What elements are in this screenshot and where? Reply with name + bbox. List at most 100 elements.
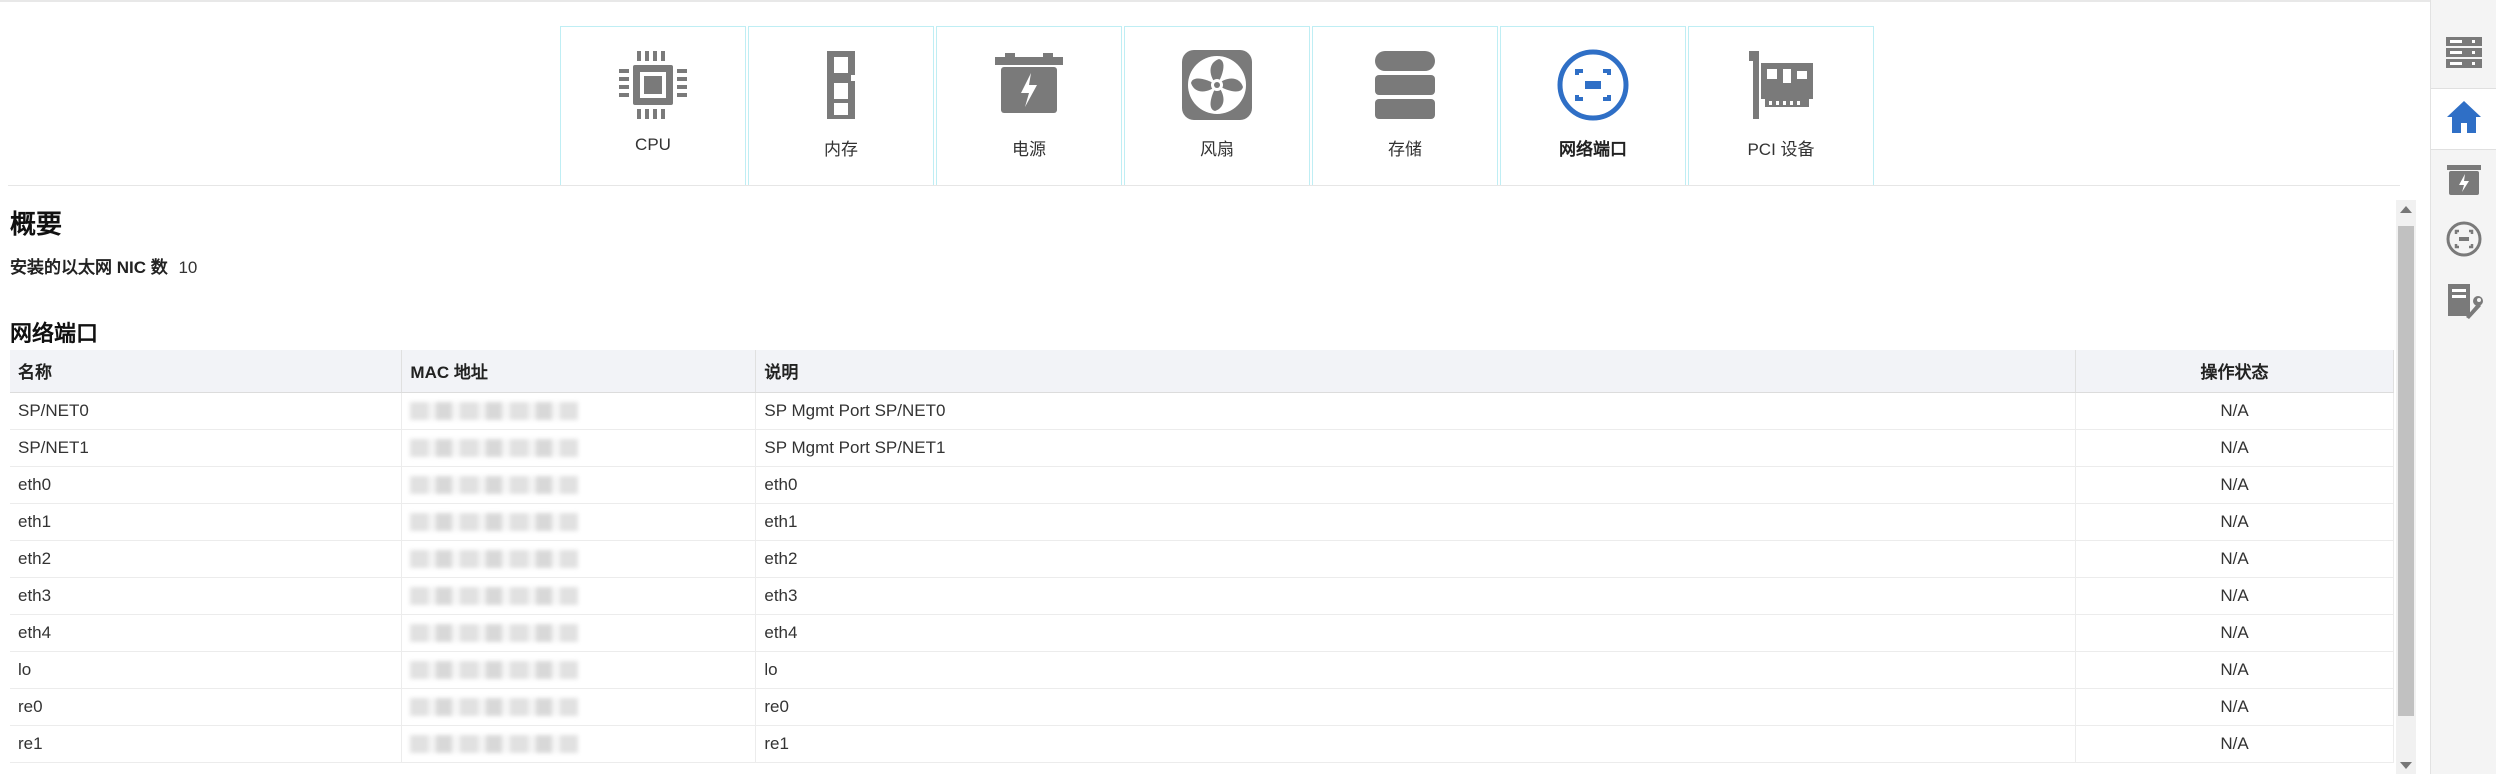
pci-device-icon xyxy=(1743,47,1819,123)
network-ports-table: 名称 MAC 地址 说明 操作状态 SP/NET0 SP Mgmt Port SP… xyxy=(10,350,2394,763)
port-description-cell: re0 xyxy=(755,688,2077,726)
tile-fan[interactable]: 风扇 xyxy=(1124,26,1310,186)
mac-address-cell xyxy=(401,392,757,430)
port-name-cell: eth2 xyxy=(10,540,403,578)
home-icon xyxy=(2444,97,2484,142)
table-row[interactable]: eth0 eth0 N/A xyxy=(10,466,2394,504)
sidebar-item-home[interactable] xyxy=(2431,88,2496,150)
storage-icon xyxy=(1367,47,1443,123)
mac-address-cell xyxy=(401,429,757,467)
nic-count-row: 安装的以太网 NIC 数 10 xyxy=(10,253,2395,278)
table-row[interactable]: lo lo N/A xyxy=(10,651,2394,689)
port-description-cell: eth4 xyxy=(755,614,2077,652)
tile-label: 网络端口 xyxy=(1559,140,1627,159)
port-description-cell: eth1 xyxy=(755,503,2077,541)
mac-address-cell xyxy=(401,466,757,504)
component-tile-bar: CPU 内存 电源 风扇 存储 网络端口 PCI 设备 xyxy=(560,26,1876,186)
table-header-row: 名称 MAC 地址 说明 操作状态 xyxy=(10,350,2394,393)
port-name-cell: eth1 xyxy=(10,503,403,541)
redacted-mac-address xyxy=(410,587,579,606)
table-row[interactable]: SP/NET0 SP Mgmt Port SP/NET0 N/A xyxy=(10,392,2394,430)
tile-label: CPU xyxy=(635,135,671,154)
port-description-cell: eth3 xyxy=(755,577,2077,615)
table-row[interactable]: re0 re0 N/A xyxy=(10,688,2394,726)
table-row[interactable]: re1 re1 N/A xyxy=(10,725,2394,763)
port-name-cell: eth4 xyxy=(10,614,403,652)
column-header-description[interactable]: 说明 xyxy=(755,350,2077,393)
mac-address-cell xyxy=(401,651,757,689)
tile-label: PCI 设备 xyxy=(1747,140,1815,159)
mac-address-cell xyxy=(401,688,757,726)
sidebar-item-service-tools[interactable] xyxy=(2431,272,2496,334)
tile-label: 风扇 xyxy=(1200,140,1234,159)
mac-address-cell xyxy=(401,725,757,763)
port-name-cell: eth3 xyxy=(10,577,403,615)
column-header-mac[interactable]: MAC 地址 xyxy=(401,350,757,393)
table-row[interactable]: eth1 eth1 N/A xyxy=(10,503,2394,541)
table-row[interactable]: eth2 eth2 N/A xyxy=(10,540,2394,578)
scroll-up-arrow[interactable] xyxy=(2400,206,2412,213)
redacted-mac-address xyxy=(410,476,579,495)
operational-status-cell: N/A xyxy=(2075,688,2394,726)
operational-status-cell: N/A xyxy=(2075,540,2394,578)
power-icon xyxy=(2444,159,2484,204)
tile-memory[interactable]: 内存 xyxy=(748,26,934,186)
nic-count-value: 10 xyxy=(178,258,198,277)
network-icon xyxy=(2444,219,2484,264)
redacted-mac-address xyxy=(410,550,579,569)
redacted-mac-address xyxy=(410,735,579,754)
tile-label: 电源 xyxy=(1012,140,1046,159)
scrollbar-thumb[interactable] xyxy=(2398,226,2414,716)
fan-icon xyxy=(1179,47,1255,123)
table-row[interactable]: eth4 eth4 N/A xyxy=(10,614,2394,652)
network-ports-heading: 网络端口 xyxy=(10,321,99,346)
operational-status-cell: N/A xyxy=(2075,577,2394,615)
table-row[interactable]: eth3 eth3 N/A xyxy=(10,577,2394,615)
operational-status-cell: N/A xyxy=(2075,392,2394,430)
sidebar-item-servers[interactable] xyxy=(2431,24,2496,86)
redacted-mac-address xyxy=(410,513,579,532)
power-supply-icon xyxy=(991,47,1067,123)
operational-status-cell: N/A xyxy=(2075,503,2394,541)
redacted-mac-address xyxy=(410,624,579,643)
operational-status-cell: N/A xyxy=(2075,466,2394,504)
port-name-cell: lo xyxy=(10,651,403,689)
mac-address-cell xyxy=(401,540,757,578)
tile-network-port[interactable]: 网络端口 xyxy=(1500,26,1686,186)
tile-divider xyxy=(8,185,2400,186)
summary-heading: 概要 xyxy=(10,209,63,239)
mac-address-cell xyxy=(401,614,757,652)
sidebar-item-power[interactable] xyxy=(2431,150,2496,212)
operational-status-cell: N/A xyxy=(2075,651,2394,689)
column-header-status[interactable]: 操作状态 xyxy=(2075,350,2394,393)
port-name-cell: SP/NET1 xyxy=(10,429,403,467)
redacted-mac-address xyxy=(410,698,579,717)
service-tools-icon xyxy=(2444,281,2484,326)
tile-pci[interactable]: PCI 设备 xyxy=(1688,26,1874,186)
tile-label: 内存 xyxy=(824,140,858,159)
port-name-cell: SP/NET0 xyxy=(10,392,403,430)
tile-power[interactable]: 电源 xyxy=(936,26,1122,186)
column-header-name[interactable]: 名称 xyxy=(10,350,403,393)
memory-icon xyxy=(803,47,879,123)
right-sidebar xyxy=(2430,0,2496,774)
main-content: 概要 安装的以太网 NIC 数 10 网络端口 名称 MAC 地址 说明 操作状… xyxy=(10,200,2395,763)
tile-label: 存储 xyxy=(1388,140,1422,159)
port-description-cell: SP Mgmt Port SP/NET0 xyxy=(755,392,2077,430)
operational-status-cell: N/A xyxy=(2075,429,2394,467)
port-name-cell: eth0 xyxy=(10,466,403,504)
tile-cpu[interactable]: CPU xyxy=(560,26,746,186)
sidebar-item-network[interactable] xyxy=(2431,210,2496,272)
tile-storage[interactable]: 存储 xyxy=(1312,26,1498,186)
mac-address-cell xyxy=(401,577,757,615)
top-divider xyxy=(0,0,2430,2)
port-description-cell: lo xyxy=(755,651,2077,689)
scroll-down-arrow[interactable] xyxy=(2400,762,2412,769)
network-port-icon xyxy=(1555,47,1631,123)
server-list-icon xyxy=(2444,33,2484,78)
port-name-cell: re0 xyxy=(10,688,403,726)
mac-address-cell xyxy=(401,503,757,541)
operational-status-cell: N/A xyxy=(2075,725,2394,763)
cpu-icon xyxy=(615,47,691,123)
table-row[interactable]: SP/NET1 SP Mgmt Port SP/NET1 N/A xyxy=(10,429,2394,467)
